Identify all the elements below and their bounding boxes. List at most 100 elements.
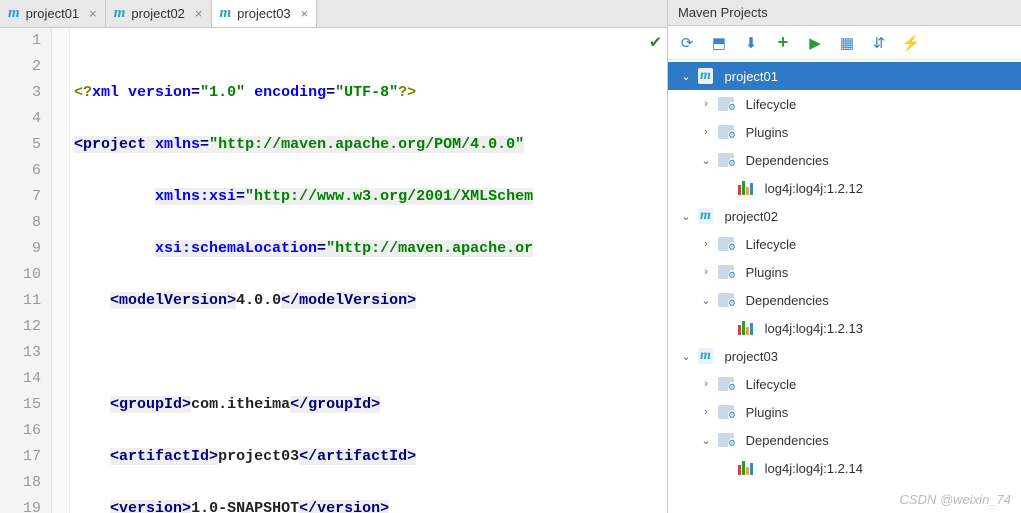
refresh-icon[interactable]: ⟳ (678, 34, 696, 52)
code-area: 12345678910111213141516171819 ✔ <?xml ve… (0, 28, 667, 513)
dependency-icon (738, 181, 753, 195)
folder-icon (718, 97, 734, 111)
line-number: 17 (6, 444, 41, 470)
generate-icon[interactable]: ⬒ (710, 34, 728, 52)
line-number: 16 (6, 418, 41, 444)
line-number: 10 (6, 262, 41, 288)
expand-arrow-icon[interactable]: ⌄ (678, 70, 694, 83)
editor-tab[interactable]: mproject01× (0, 0, 106, 27)
tree-label: Dependencies (746, 153, 829, 168)
line-gutter: 12345678910111213141516171819 (0, 28, 52, 513)
folder-icon (718, 433, 734, 447)
maven-file-icon: m (220, 5, 232, 22)
folder-icon (718, 265, 734, 279)
expand-arrow-icon[interactable]: ⌄ (698, 434, 714, 447)
maven-toolbar: ⟳ ⬒ ⬇ + ▶ ▦ ⇵ ⚡ (668, 26, 1021, 60)
tree-label: Plugins (746, 405, 789, 420)
expand-arrow-icon[interactable]: › (698, 98, 714, 110)
line-number: 13 (6, 340, 41, 366)
maven-dependency[interactable]: log4j:log4j:1.2.14 (668, 454, 1021, 482)
line-number: 11 (6, 288, 41, 314)
maven-folder[interactable]: › Plugins (668, 398, 1021, 426)
download-icon[interactable]: ⬇ (742, 34, 760, 52)
editor-pane: mproject01×mproject02×mproject03× 123456… (0, 0, 668, 513)
editor-tab[interactable]: m project03 × (212, 0, 318, 27)
close-icon[interactable]: × (195, 6, 203, 21)
tree-label: Plugins (746, 125, 789, 140)
line-number: 3 (6, 80, 41, 106)
inspection-ok-icon: ✔ (650, 30, 661, 56)
maven-project[interactable]: ⌄m project01 (668, 62, 1021, 90)
expand-arrow-icon[interactable]: ⌄ (678, 210, 694, 223)
maven-folder[interactable]: › Lifecycle (668, 370, 1021, 398)
line-number: 19 (6, 496, 41, 513)
close-icon[interactable]: × (301, 6, 309, 21)
tree-label: Plugins (746, 265, 789, 280)
line-number: 6 (6, 158, 41, 184)
maven-project[interactable]: ⌄ m project03 (668, 342, 1021, 370)
tree-label: project03 (725, 349, 778, 364)
fold-column (52, 28, 70, 513)
code-content[interactable]: ✔ <?xml version="1.0" encoding="UTF-8"?>… (70, 28, 667, 513)
dependency-icon (738, 321, 753, 335)
execute-goal-icon[interactable]: ▦ (838, 34, 856, 52)
maven-panel-title: Maven Projects (668, 0, 1021, 26)
close-icon[interactable]: × (89, 6, 97, 21)
add-icon[interactable]: + (774, 34, 792, 52)
tree-label: Lifecycle (746, 377, 797, 392)
maven-folder[interactable]: › Lifecycle (668, 230, 1021, 258)
expand-arrow-icon[interactable]: › (698, 406, 714, 418)
folder-icon (718, 405, 734, 419)
line-number: 7 (6, 184, 41, 210)
show-settings-icon[interactable]: ⚡ (902, 34, 920, 52)
folder-icon (718, 237, 734, 251)
maven-folder[interactable]: › Lifecycle (668, 90, 1021, 118)
maven-project[interactable]: ⌄m project02 (668, 202, 1021, 230)
expand-arrow-icon[interactable]: › (698, 266, 714, 278)
maven-file-icon: m (114, 5, 126, 22)
maven-folder[interactable]: › Plugins (668, 118, 1021, 146)
tree-label: project01 (725, 69, 778, 84)
maven-folder[interactable]: ⌄ Dependencies (668, 146, 1021, 174)
folder-icon (718, 293, 734, 307)
run-icon[interactable]: ▶ (806, 34, 824, 52)
tree-label: log4j:log4j:1.2.14 (765, 461, 863, 476)
tab-label: project03 (237, 6, 290, 21)
folder-icon (718, 153, 734, 167)
maven-dependency[interactable]: log4j:log4j:1.2.12 (668, 174, 1021, 202)
app-root: mproject01×mproject02×mproject03× 123456… (0, 0, 1021, 513)
tree-label: log4j:log4j:1.2.13 (765, 321, 863, 336)
tree-label: Lifecycle (746, 97, 797, 112)
expand-arrow-icon[interactable]: ⌄ (678, 350, 694, 363)
line-number: 2 (6, 54, 41, 80)
expand-arrow-icon[interactable]: › (698, 378, 714, 390)
dependency-icon (738, 461, 753, 475)
tree-label: log4j:log4j:1.2.12 (765, 181, 863, 196)
expand-arrow-icon[interactable]: › (698, 238, 714, 250)
editor-tabs: mproject01×mproject02×mproject03× (0, 0, 667, 28)
folder-icon (718, 377, 734, 391)
expand-arrow-icon[interactable]: ⌄ (698, 154, 714, 167)
maven-dependency[interactable]: log4j:log4j:1.2.13 (668, 314, 1021, 342)
folder-icon (718, 125, 734, 139)
maven-folder[interactable]: › Plugins (668, 258, 1021, 286)
tree-label: project02 (725, 209, 778, 224)
line-number: 5 (6, 132, 41, 158)
maven-project-icon: m (698, 348, 713, 364)
maven-folder[interactable]: ⌄ Dependencies (668, 426, 1021, 454)
expand-arrow-icon[interactable]: ⌄ (698, 294, 714, 307)
line-number: 12 (6, 314, 41, 340)
line-number: 14 (6, 366, 41, 392)
tab-label: project01 (26, 6, 79, 21)
line-number: 1 (6, 28, 41, 54)
tree-label: Lifecycle (746, 237, 797, 252)
line-number: 4 (6, 106, 41, 132)
tree-label: Dependencies (746, 433, 829, 448)
expand-arrow-icon[interactable]: › (698, 126, 714, 138)
maven-folder[interactable]: ⌄ Dependencies (668, 286, 1021, 314)
toggle-offline-icon[interactable]: ⇵ (870, 34, 888, 52)
line-number: 18 (6, 470, 41, 496)
maven-tree[interactable]: ⌄m project01› Lifecycle› Plugins⌄ Depend… (668, 60, 1021, 513)
editor-tab[interactable]: mproject02× (106, 0, 212, 27)
maven-panel: Maven Projects ⟳ ⬒ ⬇ + ▶ ▦ ⇵ ⚡ ⌄m projec… (668, 0, 1021, 513)
